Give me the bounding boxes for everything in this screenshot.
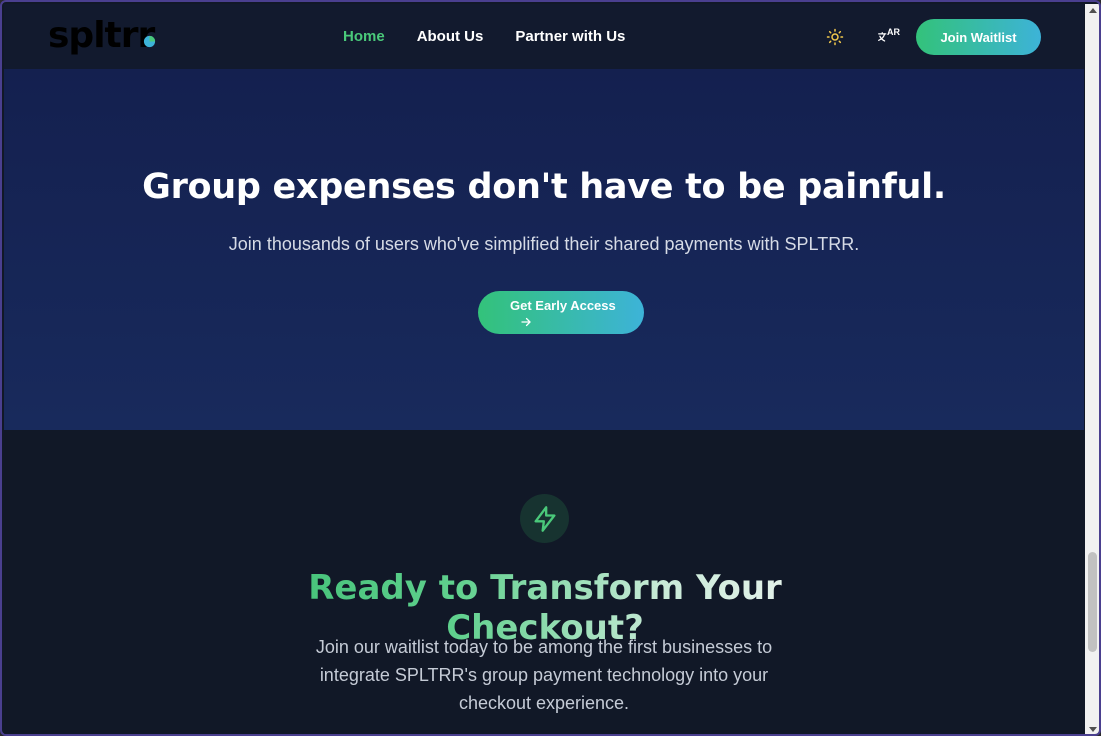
logo[interactable]: spltrr [48,18,155,54]
nav-home-link[interactable]: Home [343,28,385,45]
get-early-access-button[interactable]: Get Early Access [478,291,644,334]
lightning-bolt-badge [520,494,569,543]
hero-title: Group expenses don't have to be painful. [142,167,946,207]
scroll-up-arrow-icon[interactable] [1089,8,1097,13]
get-early-access-label: Get Early Access [510,298,616,313]
nav-partner-link[interactable]: Partner with Us [515,28,625,45]
hero-section: Group expenses don't have to be painful.… [4,69,1084,430]
scroll-down-arrow-icon[interactable] [1089,727,1097,732]
cta-section: Ready to Transform Your Checkout? Join o… [4,430,1084,734]
nav-about-link[interactable]: About Us [417,28,484,45]
page: spltrr Home About Us Partner with Us AR … [4,4,1084,734]
hero-subtitle: Join thousands of users who've simplifie… [228,234,860,254]
top-navbar: spltrr Home About Us Partner with Us AR … [4,4,1084,69]
translate-icon[interactable]: AR [874,26,904,48]
logo-pie-icon [143,35,156,48]
arrow-right-icon [521,317,531,327]
vertical-scrollbar[interactable] [1085,4,1099,734]
cta-description: Join our waitlist today to be among the … [315,637,773,713]
nav-links: Home About Us Partner with Us [343,28,625,45]
scrollbar-thumb[interactable] [1088,552,1097,652]
join-waitlist-button[interactable]: Join Waitlist [916,19,1041,55]
sun-icon[interactable] [826,28,844,46]
language-label: AR [887,27,900,37]
browser-frame: spltrr Home About Us Partner with Us AR … [0,0,1101,736]
lightning-bolt-icon [534,505,555,532]
cta-title-wrap: Ready to Transform Your Checkout? [245,568,845,648]
